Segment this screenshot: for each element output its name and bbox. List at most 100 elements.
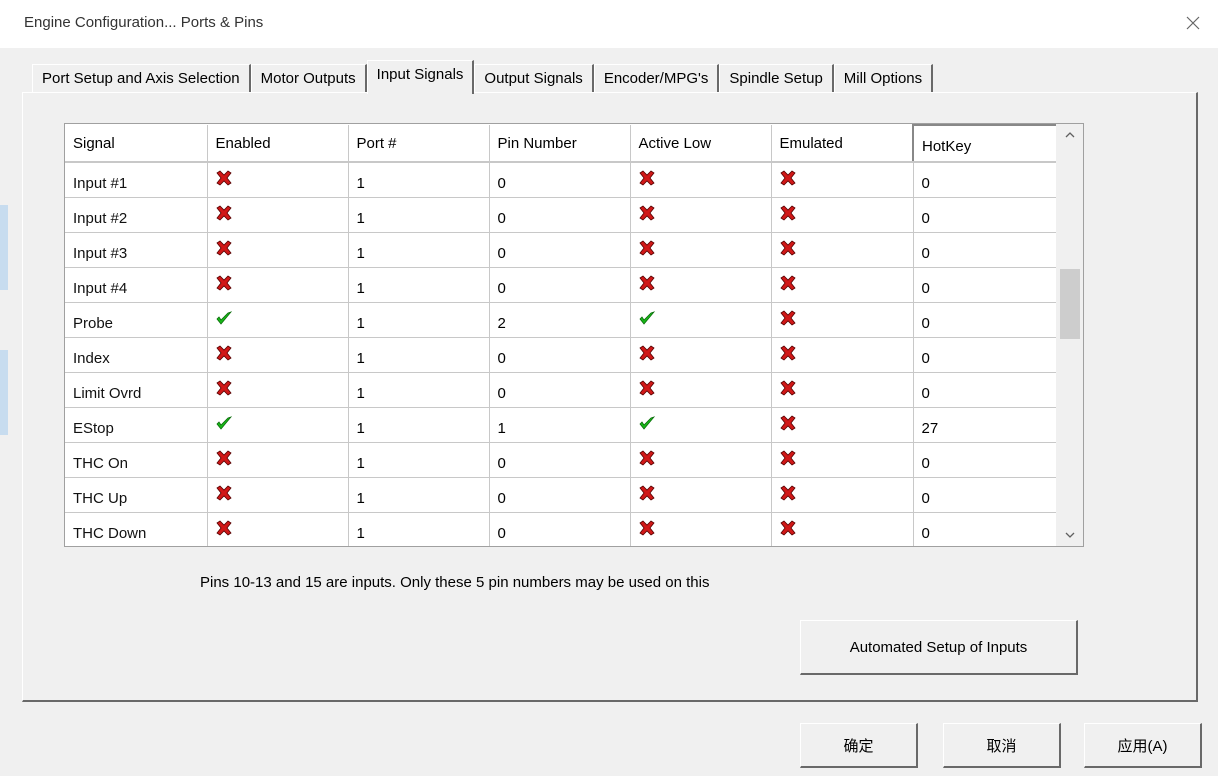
enabled-cell[interactable] [207,267,349,303]
active-low-cell[interactable] [630,442,772,478]
cancel-button[interactable]: 取消 [943,723,1061,768]
vertical-scrollbar[interactable] [1056,124,1083,546]
automated-setup-button[interactable]: Automated Setup of Inputs [800,620,1078,675]
pin-cell[interactable]: 0 [489,267,631,303]
tab-port-setup[interactable]: Port Setup and Axis Selection [32,64,251,92]
hotkey-cell[interactable]: 0 [913,267,1058,303]
emulated-cell[interactable] [771,337,914,373]
signal-cell[interactable]: Limit Ovrd [65,372,208,408]
emulated-cell[interactable] [771,232,914,268]
column-header[interactable]: Port # [348,125,490,163]
signal-cell[interactable]: EStop [65,407,208,443]
port-cell[interactable]: 1 [348,267,490,303]
active-low-cell[interactable] [630,407,772,443]
ok-button[interactable]: 确定 [800,723,918,768]
enabled-cell[interactable] [207,372,349,408]
column-header[interactable]: Pin Number [489,125,631,163]
port-cell[interactable]: 1 [348,372,490,408]
port-cell[interactable]: 1 [348,512,490,546]
table-row[interactable]: Input #2 1 0 0 [65,197,1058,233]
scroll-up-button[interactable] [1056,124,1083,146]
hotkey-cell[interactable]: 0 [913,302,1058,338]
enabled-cell[interactable] [207,337,349,373]
emulated-cell[interactable] [771,197,914,233]
tab-spindle-setup[interactable]: Spindle Setup [719,64,834,92]
table-row[interactable]: Input #3 1 0 0 [65,232,1058,268]
column-header[interactable]: HotKey [912,124,1058,163]
signal-cell[interactable]: THC On [65,442,208,478]
signal-cell[interactable]: Input #3 [65,232,208,268]
tab-motor-outputs[interactable]: Motor Outputs [250,64,367,92]
pin-cell[interactable]: 0 [489,232,631,268]
active-low-cell[interactable] [630,302,772,338]
emulated-cell[interactable] [771,407,914,443]
hotkey-cell[interactable]: 0 [913,232,1058,268]
port-cell[interactable]: 1 [348,442,490,478]
port-cell[interactable]: 1 [348,162,490,198]
signal-cell[interactable]: Input #2 [65,197,208,233]
active-low-cell[interactable] [630,512,772,546]
signal-cell[interactable]: Probe [65,302,208,338]
emulated-cell[interactable] [771,302,914,338]
pin-cell[interactable]: 0 [489,162,631,198]
pin-cell[interactable]: 0 [489,337,631,373]
emulated-cell[interactable] [771,372,914,408]
enabled-cell[interactable] [207,232,349,268]
port-cell[interactable]: 1 [348,477,490,513]
pin-cell[interactable]: 1 [489,407,631,443]
tab-encoder-mpg[interactable]: Encoder/MPG's [593,64,720,92]
table-row[interactable]: EStop 1 1 27 [65,407,1058,443]
signal-cell[interactable]: THC Down [65,512,208,546]
close-button[interactable] [1178,8,1208,38]
tab-output-signals[interactable]: Output Signals [474,64,594,92]
tab-mill-options[interactable]: Mill Options [833,64,934,92]
table-row[interactable]: Index 1 0 0 [65,337,1058,373]
column-header[interactable]: Signal [65,125,208,163]
enabled-cell[interactable] [207,162,349,198]
table-row[interactable]: Limit Ovrd 1 0 0 [65,372,1058,408]
hotkey-cell[interactable]: 0 [913,197,1058,233]
pin-cell[interactable]: 2 [489,302,631,338]
column-header[interactable]: Emulated [771,125,914,163]
signal-cell[interactable]: Input #1 [65,162,208,198]
port-cell[interactable]: 1 [348,302,490,338]
active-low-cell[interactable] [630,337,772,373]
pin-cell[interactable]: 0 [489,442,631,478]
emulated-cell[interactable] [771,512,914,546]
table-row[interactable]: Input #4 1 0 0 [65,267,1058,303]
column-header[interactable]: Enabled [207,125,349,163]
pin-cell[interactable]: 0 [489,512,631,546]
table-row[interactable]: Probe 1 2 0 [65,302,1058,338]
enabled-cell[interactable] [207,197,349,233]
signals-grid[interactable]: Signal Enabled Port # Pin Number Active Low E… [64,123,1084,547]
hotkey-cell[interactable]: 0 [913,337,1058,373]
enabled-cell[interactable] [207,407,349,443]
port-cell[interactable]: 1 [348,407,490,443]
tab-input-signals[interactable]: Input Signals [366,60,475,94]
enabled-cell[interactable] [207,477,349,513]
signal-cell[interactable]: Index [65,337,208,373]
active-low-cell[interactable] [630,232,772,268]
enabled-cell[interactable] [207,442,349,478]
active-low-cell[interactable] [630,267,772,303]
emulated-cell[interactable] [771,442,914,478]
signal-cell[interactable]: Input #4 [65,267,208,303]
hotkey-cell[interactable]: 0 [913,162,1058,198]
signal-cell[interactable]: THC Up [65,477,208,513]
pin-cell[interactable]: 0 [489,372,631,408]
emulated-cell[interactable] [771,477,914,513]
pin-cell[interactable]: 0 [489,477,631,513]
hotkey-cell[interactable]: 0 [913,442,1058,478]
active-low-cell[interactable] [630,372,772,408]
hotkey-cell[interactable]: 0 [913,512,1058,546]
table-row[interactable]: THC Down 1 0 0 [65,512,1058,546]
active-low-cell[interactable] [630,162,772,198]
column-header[interactable]: Active Low [630,125,772,163]
apply-button[interactable]: 应用(A) [1084,723,1202,768]
active-low-cell[interactable] [630,477,772,513]
enabled-cell[interactable] [207,302,349,338]
enabled-cell[interactable] [207,512,349,546]
pin-cell[interactable]: 0 [489,197,631,233]
hotkey-cell[interactable]: 27 [913,407,1058,443]
hotkey-cell[interactable]: 0 [913,477,1058,513]
